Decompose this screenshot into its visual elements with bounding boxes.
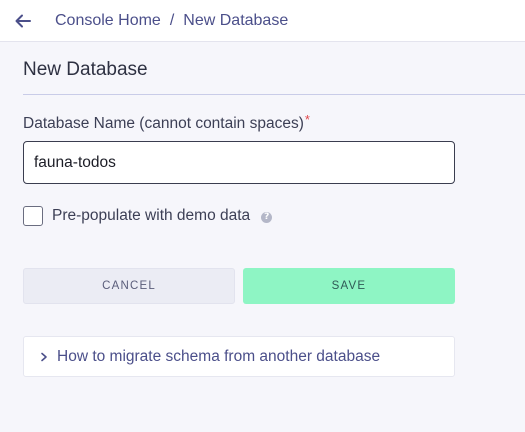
- breadcrumb-current: New Database: [183, 12, 289, 29]
- demo-data-row: Pre-populate with demo data ?: [23, 205, 273, 227]
- arrow-left-icon[interactable]: [13, 11, 33, 31]
- chevron-right-icon: [39, 352, 49, 362]
- arrow-left-icon-glyph: [15, 14, 31, 28]
- title-divider: [23, 94, 525, 95]
- migrate-schema-accordion[interactable]: How to migrate schema from another datab…: [23, 336, 455, 377]
- database-name-label-text: Database Name (cannot contain spaces): [23, 115, 304, 132]
- required-marker: *: [304, 112, 310, 127]
- demo-data-label[interactable]: Pre-populate with demo data: [52, 207, 250, 225]
- top-bar: Console Home / New Database: [0, 0, 525, 42]
- breadcrumb: Console Home / New Database: [55, 11, 288, 31]
- database-name-label: Database Name (cannot contain spaces)*: [23, 112, 310, 133]
- breadcrumb-console-home[interactable]: Console Home: [55, 12, 161, 30]
- demo-data-checkbox[interactable]: [23, 206, 43, 226]
- database-name-input[interactable]: [23, 141, 455, 184]
- migrate-schema-label: How to migrate schema from another datab…: [57, 347, 381, 365]
- breadcrumb-separator: /: [169, 12, 175, 29]
- page-title: New Database: [23, 59, 148, 80]
- cancel-button[interactable]: CANCEL: [23, 268, 235, 304]
- save-button[interactable]: SAVE: [243, 268, 455, 304]
- question-circle-icon[interactable]: ?: [261, 212, 273, 223]
- chevron-right-icon-glyph: [41, 352, 47, 361]
